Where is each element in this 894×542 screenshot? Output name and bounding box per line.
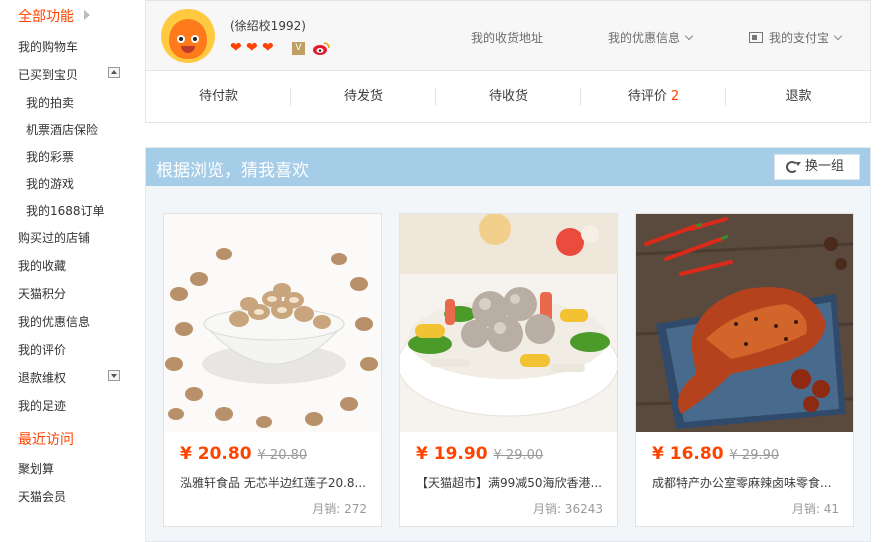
order-status-bar: 待付款 待发货 待收货 待评价 2 退款 xyxy=(145,70,871,123)
product-sales: 月销: 36243 xyxy=(532,502,603,516)
original-price: ¥ 20.80 xyxy=(257,448,308,463)
product-name[interactable]: 泓雅轩食品 无芯半边红莲子20.8... xyxy=(180,474,370,491)
product-card[interactable]: ¥ 19.90 ¥ 29.00 【天猫超市】满99减50海欣香港... 月销: 3… xyxy=(399,213,618,527)
tab-to-review-label: 待评价 xyxy=(627,89,667,104)
recommendation-title: 根据浏览，猜我喜欢 xyxy=(156,161,309,181)
alipay-card-icon xyxy=(749,32,763,43)
collapse-icon[interactable] xyxy=(108,67,120,78)
sidebar-item-bought[interactable]: 已买到宝贝 xyxy=(18,66,78,83)
sidebar-item-visited-shops[interactable]: 购买过的店铺 xyxy=(18,229,90,246)
sidebar-item-refunds[interactable]: 退款维权 xyxy=(18,369,66,386)
sidebar-item-favorites[interactable]: 我的收藏 xyxy=(18,257,66,274)
product-sales: 月销: 41 xyxy=(791,502,839,516)
current-price: ¥ 20.80 xyxy=(180,444,252,464)
recent-visits-heading: 最近访问 xyxy=(18,432,74,448)
product-name[interactable]: 【天猫超市】满99减50海欣香港... xyxy=(416,474,606,491)
product-card[interactable]: ¥ 20.80 ¥ 20.80 泓雅轩食品 无芯半边红莲子20.8... 月销: … xyxy=(163,213,382,527)
product-image-hotpot-balls[interactable] xyxy=(400,214,617,432)
avatar[interactable] xyxy=(161,9,215,63)
sidebar-item-tmall-member[interactable]: 天猫会员 xyxy=(18,488,66,505)
sidebar-item-cart[interactable]: 我的购物车 xyxy=(18,38,78,55)
product-price: ¥ 20.80 ¥ 20.80 xyxy=(180,444,307,464)
my-alipay-label: 我的支付宝 xyxy=(769,31,830,45)
recommendation-panel: 根据浏览，猜我喜欢 换一组 ¥ 20.80 ¥ 20.80 泓雅轩食品 无芯半边… xyxy=(145,147,871,542)
heart-icon: ❤ xyxy=(246,40,258,56)
product-image-spicy-duck[interactable] xyxy=(636,214,853,432)
tab-to-review[interactable]: 待评价 2 xyxy=(581,71,726,122)
heart-icon: ❤ xyxy=(262,40,274,56)
heart-icon: ❤ xyxy=(230,40,242,56)
sidebar-item-lottery[interactable]: 我的彩票 xyxy=(26,148,74,165)
original-price: ¥ 29.90 xyxy=(729,448,780,463)
product-price: ¥ 19.90 ¥ 29.00 xyxy=(416,444,543,464)
vip-badge-icon[interactable]: V xyxy=(292,42,305,55)
my-coupons-dropdown[interactable]: 我的优惠信息 xyxy=(608,29,694,46)
review-count-badge: 2 xyxy=(670,89,680,104)
sidebar-item-1688-orders[interactable]: 我的1688订单 xyxy=(26,202,105,219)
product-price: ¥ 16.80 ¥ 29.90 xyxy=(652,444,779,464)
my-coupons-label: 我的优惠信息 xyxy=(608,31,681,45)
user-info-bar: (徐绍校1992) ❤ ❤ ❤ V 我的收货地址 我的优惠信息 我的支付宝 xyxy=(145,0,871,70)
product-image-lotus-seeds[interactable] xyxy=(164,214,381,432)
product-card[interactable]: ¥ 16.80 ¥ 29.90 成都特产办公室零麻辣卤味零食... 月销: 41 xyxy=(635,213,854,527)
tab-to-pay[interactable]: 待付款 xyxy=(146,71,291,122)
product-sales: 月销: 272 xyxy=(312,502,367,516)
sidebar-item-footprints[interactable]: 我的足迹 xyxy=(18,397,66,414)
swap-group-label: 换一组 xyxy=(805,159,845,174)
current-price: ¥ 19.90 xyxy=(416,444,488,464)
sidebar-item-ticket-insurance[interactable]: 机票酒店保险 xyxy=(26,121,98,138)
my-address-link[interactable]: 我的收货地址 xyxy=(471,29,543,46)
refresh-icon xyxy=(786,161,798,173)
tab-refund[interactable]: 退款 xyxy=(726,71,871,122)
sidebar-item-tmall-points[interactable]: 天猫积分 xyxy=(18,285,66,302)
sidebar-item-auction[interactable]: 我的拍卖 xyxy=(26,94,74,111)
tab-to-receive[interactable]: 待收货 xyxy=(436,71,581,122)
username[interactable]: (徐绍校1992) xyxy=(230,17,306,34)
expand-icon[interactable] xyxy=(108,370,120,381)
current-price: ¥ 16.80 xyxy=(652,444,724,464)
swap-group-button[interactable]: 换一组 xyxy=(774,154,860,180)
sidebar-item-reviews[interactable]: 我的评价 xyxy=(18,341,66,358)
sidebar-item-games[interactable]: 我的游戏 xyxy=(26,175,74,192)
sidebar-item-juhuasuan[interactable]: 聚划算 xyxy=(18,460,54,477)
weibo-icon[interactable] xyxy=(312,41,330,56)
chevron-right-icon xyxy=(84,10,90,20)
all-features-heading[interactable]: 全部功能 xyxy=(18,6,74,26)
left-sidebar: 全部功能 我的购物车 已买到宝贝 我的拍卖 机票酒店保险 我的彩票 我的游戏 我… xyxy=(0,0,140,542)
chevron-down-icon xyxy=(833,31,843,41)
chevron-down-icon xyxy=(684,31,694,41)
my-alipay-dropdown[interactable]: 我的支付宝 xyxy=(749,29,843,46)
tab-to-ship[interactable]: 待发货 xyxy=(291,71,436,122)
recommendation-header: 根据浏览，猜我喜欢 换一组 xyxy=(146,148,870,186)
product-name[interactable]: 成都特产办公室零麻辣卤味零食... xyxy=(652,474,842,491)
original-price: ¥ 29.00 xyxy=(493,448,544,463)
sidebar-item-coupons[interactable]: 我的优惠信息 xyxy=(18,313,90,330)
